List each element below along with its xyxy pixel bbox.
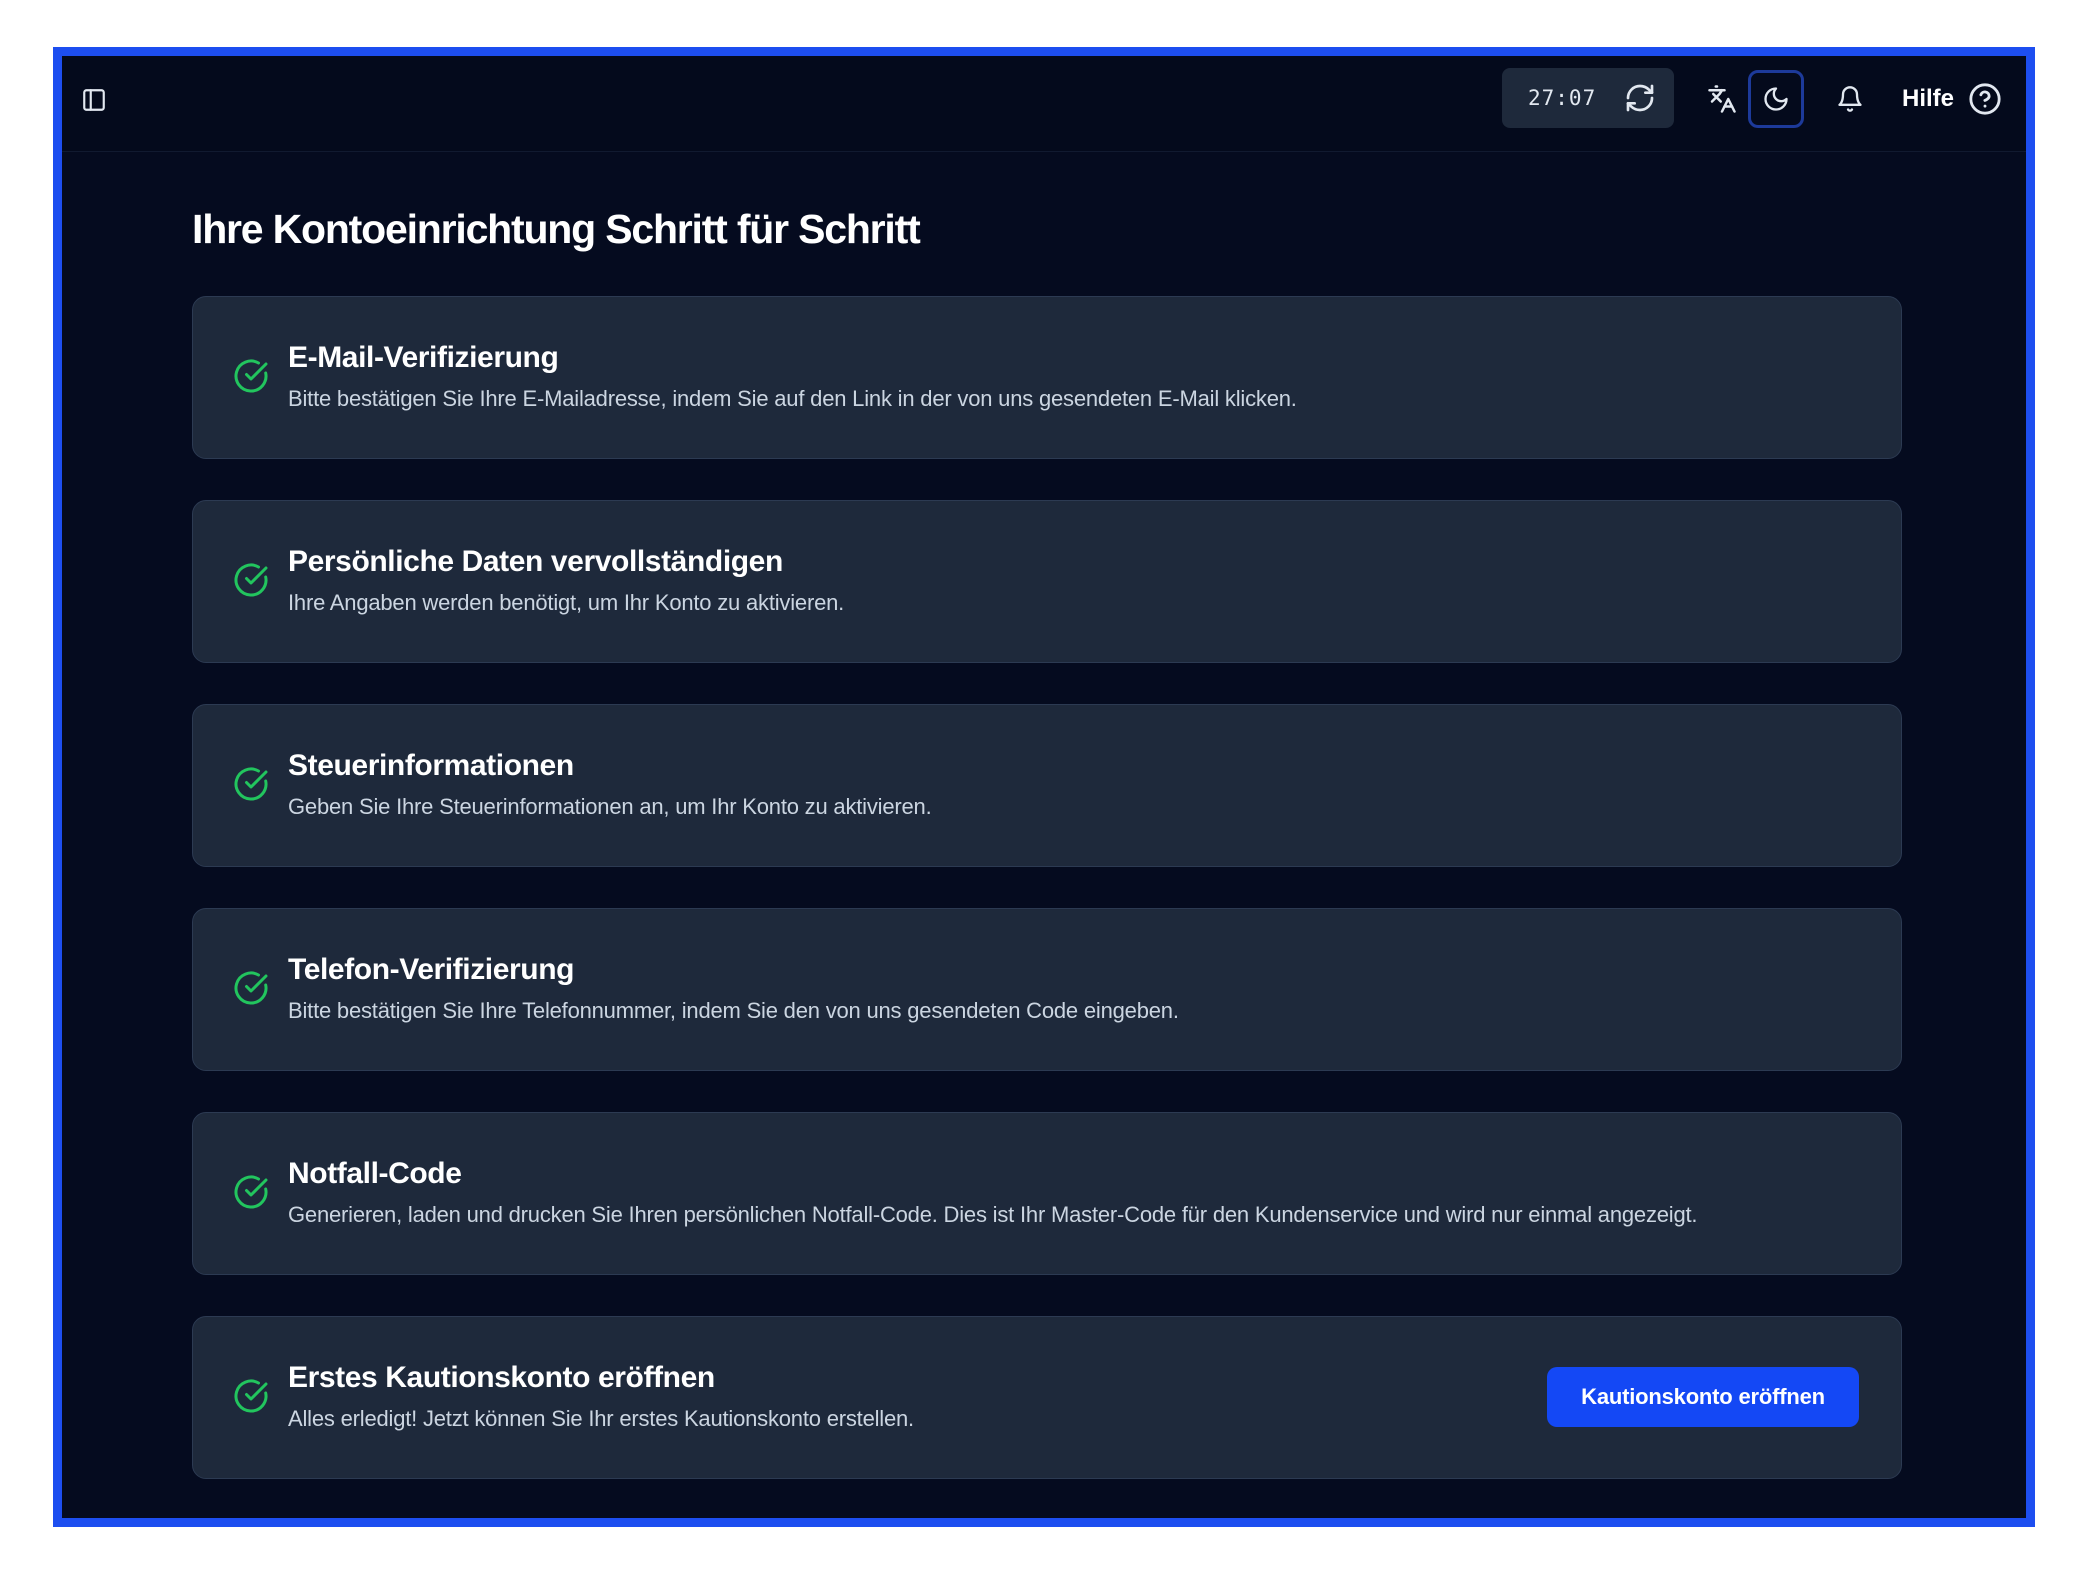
step-title: Steuerinformationen xyxy=(288,749,574,782)
page-title: Ihre Kontoeinrichtung Schritt für Schrit… xyxy=(192,206,921,252)
setup-steps-list: E-Mail-Verifizierung Bitte bestätigen Si… xyxy=(192,296,1902,1518)
step-card-email-verification: E-Mail-Verifizierung Bitte bestätigen Si… xyxy=(192,296,1902,459)
step-description: Geben Sie Ihre Steuerinformationen an, u… xyxy=(288,794,932,819)
check-circle-icon xyxy=(234,1379,268,1413)
check-circle-icon xyxy=(234,767,268,801)
sidebar-toggle-icon xyxy=(83,89,105,111)
step-title: Erstes Kautionskonto eröffnen xyxy=(288,1361,715,1394)
refresh-icon[interactable] xyxy=(1624,82,1656,114)
step-description: Ihre Angaben werden benötigt, um Ihr Kon… xyxy=(288,590,845,615)
timer-value: 27:07 xyxy=(1528,86,1597,110)
check-circle-icon xyxy=(234,1175,268,1209)
notifications-button[interactable] xyxy=(1822,70,1878,128)
top-bar: 27:07 Hilfe xyxy=(62,56,2026,152)
step-description: Bitte bestätigen Sie Ihre E-Mailadresse,… xyxy=(288,386,1297,411)
app-window: 27:07 Hilfe Ihre Kontoeinrichtung Schrit… xyxy=(53,47,2035,1527)
help-button[interactable]: Hilfe xyxy=(1902,70,2002,128)
open-deposit-account-button[interactable]: Kautionskonto eröffnen xyxy=(1547,1367,1859,1427)
check-circle-icon xyxy=(234,563,268,597)
translate-icon xyxy=(1708,85,1736,113)
step-card-phone-verification: Telefon-Verifizierung Bitte bestätigen S… xyxy=(192,908,1902,1071)
step-title: E-Mail-Verifizierung xyxy=(288,341,559,374)
step-title: Telefon-Verifizierung xyxy=(288,953,575,986)
help-label: Hilfe xyxy=(1902,85,1955,112)
step-card-emergency-code: Notfall-Code Generieren, laden und druck… xyxy=(192,1112,1902,1275)
sidebar-toggle-button[interactable] xyxy=(74,80,114,120)
step-description: Bitte bestätigen Sie Ihre Telefonnummer,… xyxy=(288,998,1179,1023)
step-title: Notfall-Code xyxy=(288,1157,462,1190)
check-circle-icon xyxy=(234,971,268,1005)
language-button[interactable] xyxy=(1694,70,1750,128)
step-card-tax-information: Steuerinformationen Geben Sie Ihre Steue… xyxy=(192,704,1902,867)
session-timer: 27:07 xyxy=(1502,68,1674,128)
bell-icon xyxy=(1838,86,1862,112)
step-title: Persönliche Daten vervollständigen xyxy=(288,545,783,578)
step-description: Alles erledigt! Jetzt können Sie Ihr ers… xyxy=(288,1406,914,1431)
step-card-deposit-account: Erstes Kautionskonto eröffnen Alles erle… xyxy=(192,1316,1902,1479)
help-circle-icon xyxy=(1969,83,2001,115)
moon-icon xyxy=(1764,87,1788,111)
theme-toggle-button[interactable] xyxy=(1748,70,1804,128)
step-description: Generieren, laden und drucken Sie Ihren … xyxy=(288,1202,1698,1227)
step-card-personal-data: Persönliche Daten vervollständigen Ihre … xyxy=(192,500,1902,663)
check-circle-icon xyxy=(234,359,268,393)
